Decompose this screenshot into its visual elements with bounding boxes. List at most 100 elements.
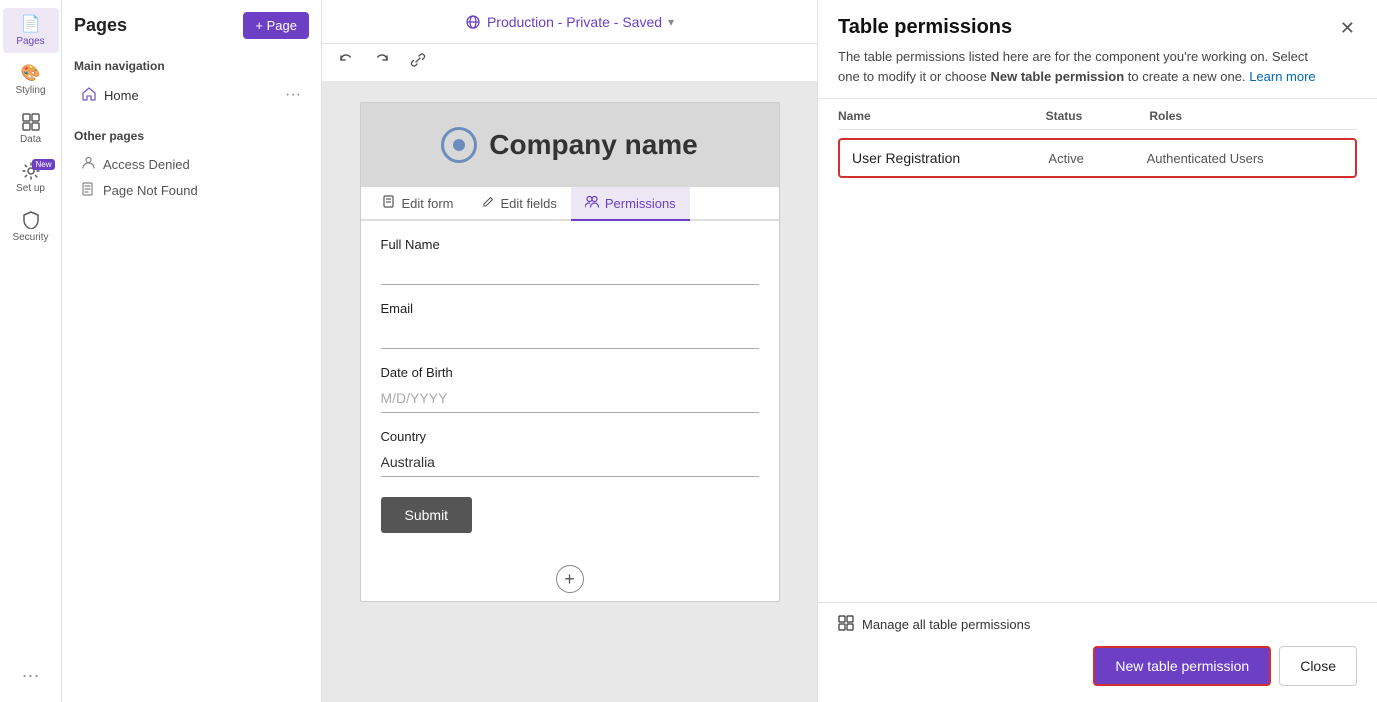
dob-label: Date of Birth	[381, 365, 759, 380]
permission-status: Active	[1048, 151, 1146, 166]
nav-item-home[interactable]: Home ···	[74, 81, 309, 109]
main-area: Production - Private - Saved ▾ Company n…	[322, 0, 817, 702]
submit-button[interactable]: Submit	[381, 497, 473, 533]
page-not-found-icon	[82, 182, 95, 199]
col-header-status: Status	[1046, 109, 1150, 123]
email-input[interactable]	[381, 320, 759, 349]
canvas: Company name Edit form Edit fields	[322, 82, 817, 702]
access-denied-label: Access Denied	[103, 157, 190, 172]
country-label: Country	[381, 429, 759, 444]
tab-edit-fields-label: Edit fields	[501, 196, 557, 211]
learn-more-link[interactable]: Learn more	[1249, 69, 1315, 84]
home-more-icon[interactable]: ···	[285, 86, 301, 104]
panel-desc-end: to create a new one.	[1124, 69, 1245, 84]
other-item-access-denied[interactable]: Access Denied	[74, 151, 309, 177]
sidebar-item-styling[interactable]: 🎨 Styling	[3, 57, 59, 102]
icon-sidebar: 📄 Pages 🎨 Styling Data Set up New Securi…	[0, 0, 62, 702]
full-name-field: Full Name	[381, 237, 759, 285]
pages-label: Pages	[16, 36, 44, 47]
page-not-found-label: Page Not Found	[103, 183, 198, 198]
environment-selector[interactable]: Production - Private - Saved ▾	[465, 14, 674, 30]
security-icon	[21, 210, 41, 230]
page-canvas: Company name Edit form Edit fields	[360, 102, 780, 602]
panel-table-area: Name Status Roles User Registration Acti…	[818, 99, 1377, 602]
sidebar-item-security[interactable]: Security	[3, 204, 59, 249]
nav-home-label: Home	[104, 88, 139, 103]
other-pages-title: Other pages	[74, 129, 309, 143]
permissions-panel: Table permissions The table permissions …	[817, 0, 1377, 702]
edit-form-tab-icon	[383, 195, 396, 211]
more-options[interactable]: ···	[14, 657, 48, 694]
manage-permissions-link[interactable]: Manage all table permissions	[838, 615, 1357, 634]
form-content: Full Name Email Date of Birth Country Su…	[361, 221, 779, 549]
panel-header-content: Table permissions The table permissions …	[838, 16, 1338, 86]
new-badge: New	[32, 159, 54, 170]
other-pages-section: Other pages Access Denied Page Not Found	[74, 125, 309, 204]
dob-input[interactable]	[381, 384, 759, 413]
table-header-row: Name Status Roles	[838, 99, 1357, 130]
sidebar-item-data[interactable]: Data	[3, 106, 59, 151]
styling-label: Styling	[15, 85, 45, 96]
tab-edit-form[interactable]: Edit form	[369, 187, 468, 221]
data-icon	[21, 112, 41, 132]
permissions-tab-icon	[585, 195, 599, 211]
edit-fields-tab-icon	[482, 195, 495, 211]
access-denied-icon	[82, 156, 95, 172]
pages-icon: 📄	[21, 14, 41, 34]
tab-permissions[interactable]: Permissions	[571, 187, 690, 221]
full-name-input[interactable]	[381, 256, 759, 285]
tab-edit-form-label: Edit form	[402, 196, 454, 211]
security-label: Security	[12, 232, 48, 243]
add-section-area: +	[361, 557, 779, 601]
company-header: Company name	[361, 103, 779, 187]
close-x-icon: ✕	[1340, 18, 1355, 38]
email-label: Email	[381, 301, 759, 316]
data-label: Data	[20, 134, 41, 145]
top-bar: Production - Private - Saved ▾	[322, 0, 817, 44]
company-logo-inner	[453, 139, 465, 151]
redo-button[interactable]	[366, 48, 398, 77]
col-header-name: Name	[838, 109, 1046, 123]
chevron-down-icon: ▾	[668, 15, 674, 29]
panel-action-row: New table permission Close	[838, 646, 1357, 690]
home-icon	[82, 87, 96, 104]
styling-icon: 🎨	[21, 63, 41, 83]
email-field: Email	[381, 301, 759, 349]
panel-description: The table permissions listed here are fo…	[838, 47, 1318, 86]
col-header-roles: Roles	[1149, 109, 1357, 123]
country-input[interactable]	[381, 448, 759, 477]
setup-label: Set up	[16, 183, 45, 194]
panel-title: Table permissions	[838, 16, 1338, 39]
full-name-label: Full Name	[381, 237, 759, 252]
panel-desc-bold: New table permission	[990, 69, 1124, 84]
environment-label: Production - Private - Saved	[487, 14, 662, 30]
sidebar-item-pages[interactable]: 📄 Pages	[3, 8, 59, 53]
panel-footer: Manage all table permissions New table p…	[818, 602, 1377, 702]
add-page-button[interactable]: + Page	[243, 12, 309, 39]
form-tabs: Edit form Edit fields Permissions	[361, 187, 779, 221]
sidebar-item-setup[interactable]: Set up New	[3, 155, 59, 200]
panel-close-button[interactable]: ✕	[1338, 16, 1357, 41]
manage-table-icon	[838, 615, 854, 634]
permission-name: User Registration	[852, 150, 1048, 166]
tab-edit-fields[interactable]: Edit fields	[468, 187, 571, 221]
manage-permissions-label: Manage all table permissions	[862, 617, 1030, 632]
company-name-text: Company name	[489, 129, 698, 161]
pages-title: Pages	[74, 15, 127, 36]
other-item-not-found[interactable]: Page Not Found	[74, 177, 309, 204]
canvas-toolbar	[322, 44, 817, 82]
company-logo	[441, 127, 477, 163]
dob-field: Date of Birth	[381, 365, 759, 413]
close-panel-button[interactable]: Close	[1279, 646, 1357, 686]
tab-permissions-label: Permissions	[605, 196, 676, 211]
new-table-permission-button[interactable]: New table permission	[1093, 646, 1271, 686]
pages-header: Pages + Page	[74, 12, 309, 39]
permission-roles: Authenticated Users	[1147, 151, 1343, 166]
add-section-button[interactable]: +	[556, 565, 584, 593]
country-field: Country	[381, 429, 759, 477]
link-button[interactable]	[402, 48, 434, 77]
pages-panel: Pages + Page Main navigation Home ··· Ot…	[62, 0, 322, 702]
permission-row-user-registration[interactable]: User Registration Active Authenticated U…	[838, 138, 1357, 178]
undo-button[interactable]	[330, 48, 362, 77]
main-nav-section-title: Main navigation	[74, 59, 309, 73]
